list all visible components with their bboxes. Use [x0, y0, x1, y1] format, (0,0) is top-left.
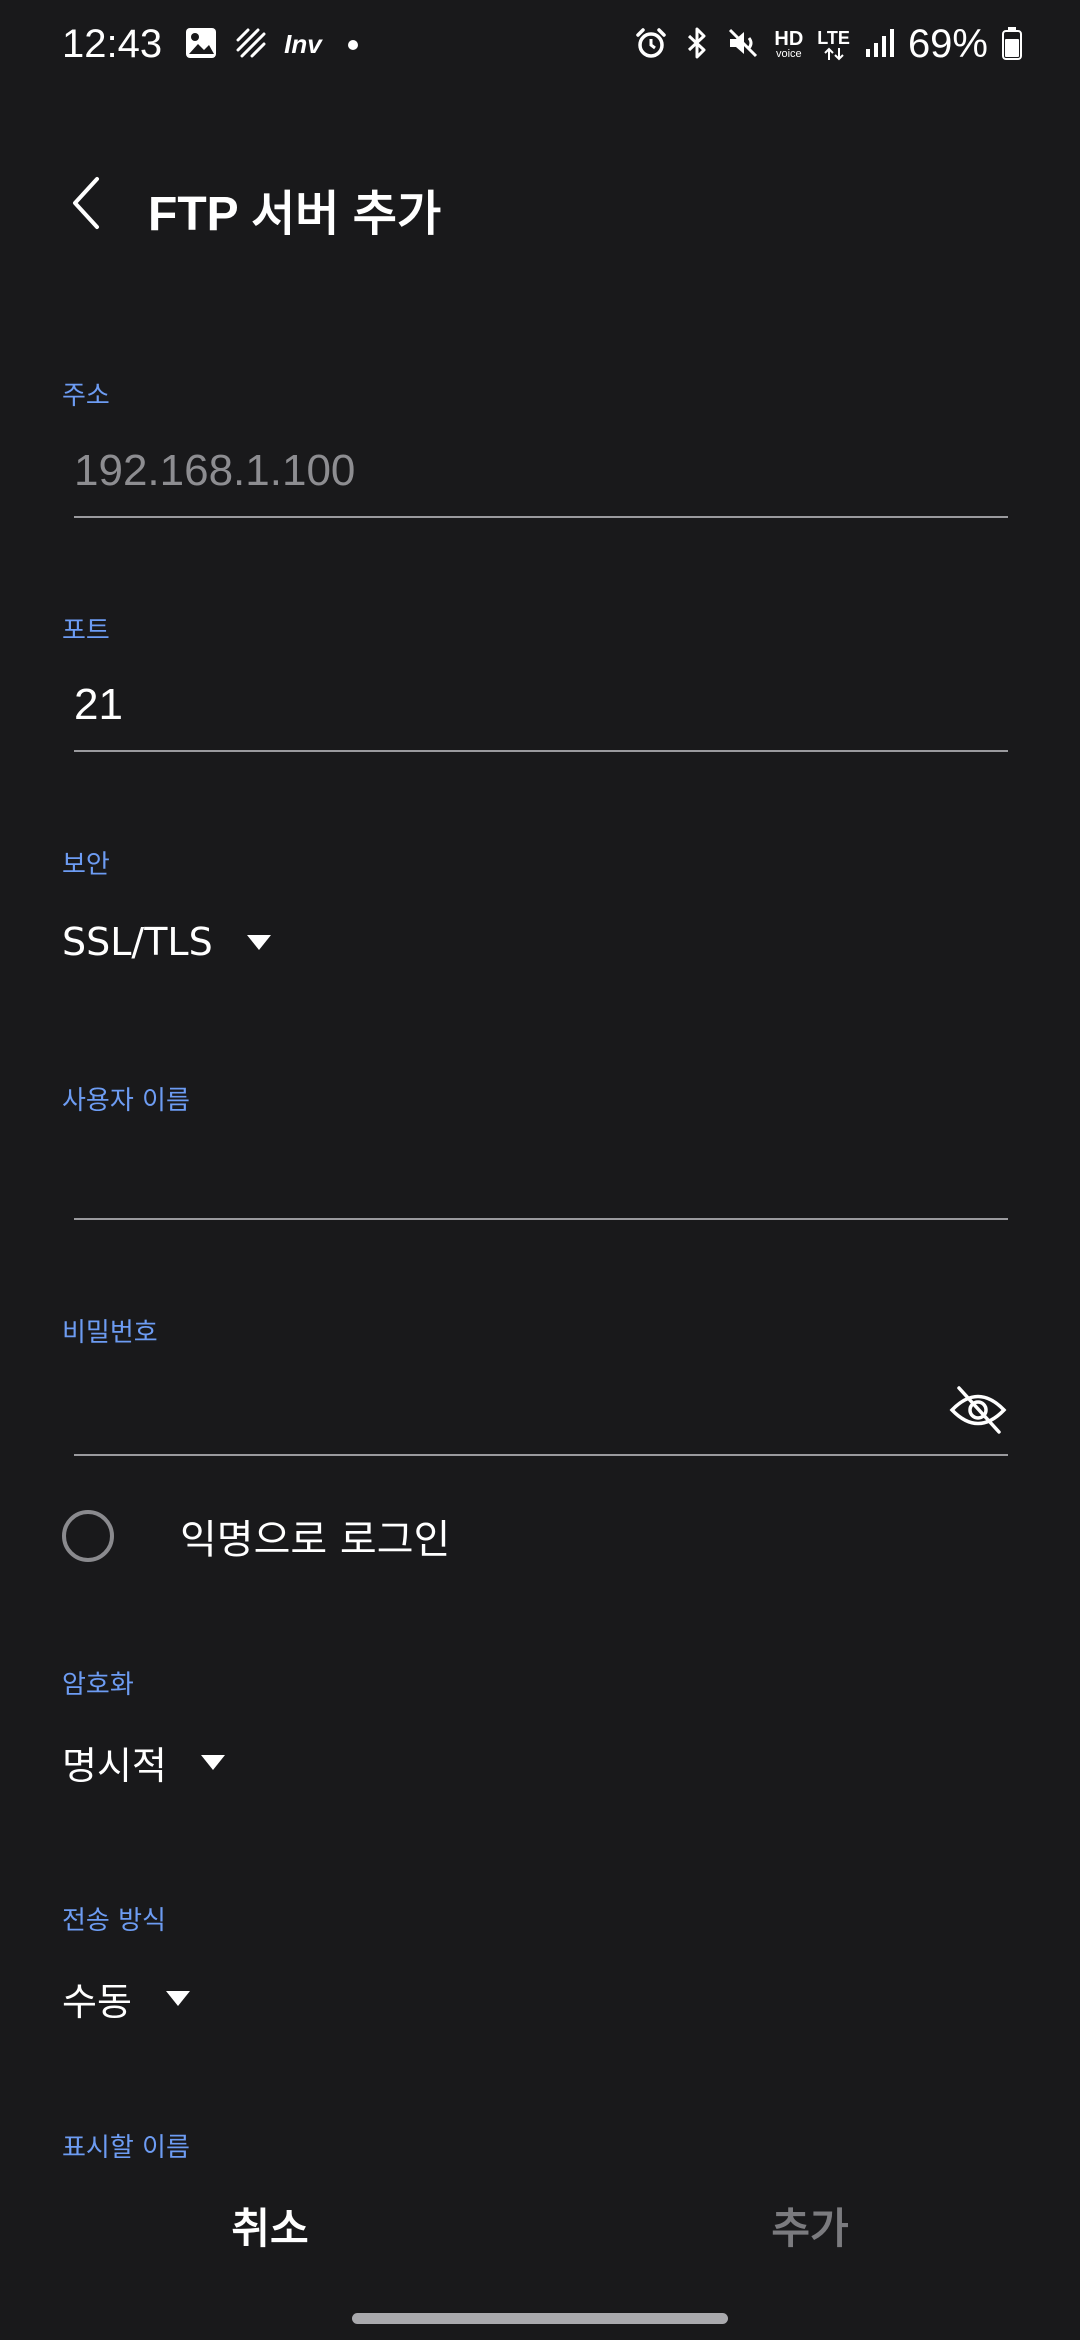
lte-label: LTE	[817, 27, 850, 48]
inv-icon: Inv	[284, 29, 322, 59]
status-bar: 12:43 Inv HD voice LTE 69%	[0, 0, 1080, 100]
battery-icon	[1002, 26, 1022, 64]
status-right: HD voice LTE 69%	[634, 22, 1022, 67]
lte-icon: LTE	[817, 29, 850, 61]
transfer-mode-value: 수동	[62, 1979, 132, 2024]
password-input[interactable]	[74, 1376, 1008, 1456]
encryption-dropdown[interactable]: 명시적	[62, 1732, 225, 1792]
security-dropdown[interactable]: SSL/TLS	[62, 912, 271, 972]
notification-dot-icon	[347, 39, 358, 50]
username-input[interactable]	[74, 1140, 1008, 1220]
bottom-action-bar: 취소 추가	[0, 2160, 1080, 2290]
gallery-icon	[184, 26, 218, 64]
hd-voice-icon: HD voice	[774, 29, 803, 60]
encryption-value: 명시적	[62, 1743, 167, 1788]
app-bar: FTP 서버 추가	[0, 160, 1080, 250]
screen: 12:43 Inv HD voice LTE 69% FTP 서버 추가 주소 …	[0, 0, 1080, 2340]
security-value: SSL/TLS	[62, 920, 213, 964]
username-label: 사용자 이름	[62, 1086, 190, 1116]
address-placeholder: 192.168.1.100	[74, 446, 356, 495]
transfer-mode-dropdown[interactable]: 수동	[62, 1968, 190, 2028]
display-name-label: 표시할 이름	[62, 2133, 190, 2158]
add-button[interactable]: 추가	[540, 2160, 1080, 2290]
port-label: 포트	[62, 616, 110, 646]
eye-off-icon	[949, 1385, 1007, 1439]
alarm-icon	[634, 26, 668, 64]
port-input[interactable]: 21	[74, 672, 1008, 752]
password-visibility-toggle[interactable]	[948, 1384, 1008, 1440]
dropdown-arrow-icon	[165, 1990, 190, 2006]
anonymous-login-option[interactable]: 익명으로 로그인	[62, 1508, 450, 1564]
password-label: 비밀번호	[62, 1318, 158, 1348]
display-name-label-container: 표시할 이름	[62, 2128, 362, 2158]
page-title: FTP 서버 추가	[148, 188, 442, 241]
hd-label: HD	[774, 28, 804, 50]
chevron-left-icon	[69, 175, 103, 235]
port-value: 21	[74, 680, 123, 729]
status-left: 12:43 Inv	[62, 22, 358, 67]
transfer-mode-label: 전송 방식	[62, 1906, 166, 1936]
signal-icon	[864, 27, 894, 63]
anonymous-login-radio[interactable]	[62, 1510, 114, 1562]
encryption-label: 암호화	[62, 1670, 134, 1700]
cancel-button[interactable]: 취소	[0, 2160, 540, 2290]
status-time: 12:43	[62, 22, 163, 66]
status-icons-left: Inv	[184, 26, 358, 64]
back-button[interactable]	[56, 170, 116, 240]
anonymous-login-label: 익명으로 로그인	[180, 1517, 451, 1563]
battery-percent: 69%	[907, 22, 988, 66]
dropdown-arrow-icon	[246, 934, 271, 950]
dropdown-arrow-icon	[200, 1754, 225, 1770]
data-saver-icon	[234, 26, 268, 64]
mute-icon	[726, 26, 760, 64]
home-indicator[interactable]	[352, 2313, 728, 2324]
address-label: 주소	[62, 381, 110, 411]
voice-label: voice	[775, 48, 802, 60]
bluetooth-icon	[682, 26, 712, 64]
security-label: 보안	[62, 850, 110, 880]
address-input[interactable]: 192.168.1.100	[74, 438, 1008, 518]
